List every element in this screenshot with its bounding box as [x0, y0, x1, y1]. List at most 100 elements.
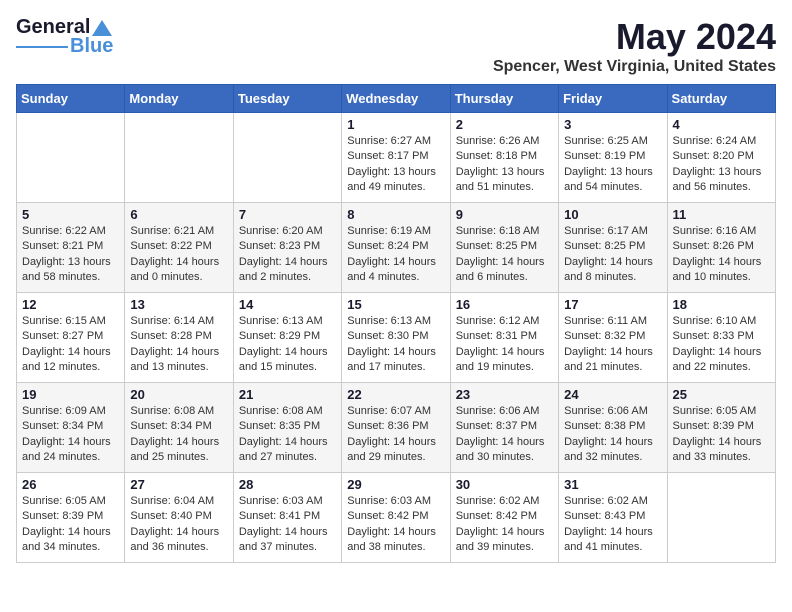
- day-info: Sunrise: 6:16 AM Sunset: 8:26 PM Dayligh…: [673, 224, 770, 286]
- day-number: 11: [673, 207, 770, 222]
- calendar-cell: 20Sunrise: 6:08 AM Sunset: 8:34 PM Dayli…: [125, 383, 233, 473]
- day-number: 4: [673, 117, 770, 132]
- calendar-cell: 30Sunrise: 6:02 AM Sunset: 8:42 PM Dayli…: [450, 473, 558, 563]
- day-number: 28: [239, 477, 336, 492]
- calendar-cell: 12 Sunrise: 6:15 AM Sunset: 8:27 PM Dayli…: [17, 293, 125, 383]
- calendar-cell: 4 Sunrise: 6:24 AM Sunset: 8:20 PM Daylig…: [667, 113, 775, 203]
- calendar-cell: 24 Sunrise: 6:06 AM Sunset: 8:38 PM Dayli…: [559, 383, 667, 473]
- day-number: 21: [239, 387, 336, 402]
- day-info: Sunrise: 6:09 AM Sunset: 8:34 PM Dayligh…: [22, 404, 119, 466]
- calendar-week-row: 12 Sunrise: 6:15 AM Sunset: 8:27 PM Dayli…: [17, 293, 776, 383]
- day-number: 10: [564, 207, 661, 222]
- logo-text-blue: Blue: [70, 35, 113, 58]
- day-info: Sunrise: 6:02 AM Sunset: 8:43 PM Dayligh…: [564, 494, 661, 556]
- day-info: Sunrise: 6:18 AM Sunset: 8:25 PM Dayligh…: [456, 224, 553, 286]
- location: Spencer, West Virginia, United States: [493, 58, 776, 76]
- day-info: Sunrise: 6:15 AM Sunset: 8:27 PM Dayligh…: [22, 314, 119, 376]
- day-info: Sunrise: 6:20 AM Sunset: 8:23 PM Dayligh…: [239, 224, 336, 286]
- day-header-monday: Monday: [125, 85, 233, 113]
- day-number: 20: [130, 387, 227, 402]
- calendar-cell: 21 Sunrise: 6:08 AM Sunset: 8:35 PM Dayli…: [233, 383, 341, 473]
- calendar-cell: 13 Sunrise: 6:14 AM Sunset: 8:28 PM Dayli…: [125, 293, 233, 383]
- day-number: 26: [22, 477, 119, 492]
- day-info: Sunrise: 6:21 AM Sunset: 8:22 PM Dayligh…: [130, 224, 227, 286]
- day-number: 13: [130, 297, 227, 312]
- calendar-header-row: SundayMondayTuesdayWednesdayThursdayFrid…: [17, 85, 776, 113]
- calendar-week-row: 1 Sunrise: 6:27 AM Sunset: 8:17 PM Daylig…: [17, 113, 776, 203]
- calendar-cell: 25 Sunrise: 6:05 AM Sunset: 8:39 PM Dayli…: [667, 383, 775, 473]
- month-title: May 2024: [493, 16, 776, 58]
- day-number: 29: [347, 477, 444, 492]
- day-number: 16: [456, 297, 553, 312]
- calendar-cell: 17 Sunrise: 6:11 AM Sunset: 8:32 PM Dayli…: [559, 293, 667, 383]
- day-number: 24: [564, 387, 661, 402]
- calendar-cell: 16Sunrise: 6:12 AM Sunset: 8:31 PM Dayli…: [450, 293, 558, 383]
- calendar-cell: [17, 113, 125, 203]
- day-header-tuesday: Tuesday: [233, 85, 341, 113]
- day-number: 12: [22, 297, 119, 312]
- day-info: Sunrise: 6:03 AM Sunset: 8:42 PM Dayligh…: [347, 494, 444, 556]
- calendar-cell: 2 Sunrise: 6:26 AM Sunset: 8:18 PM Daylig…: [450, 113, 558, 203]
- day-number: 23: [456, 387, 553, 402]
- calendar-cell: 9 Sunrise: 6:18 AM Sunset: 8:25 PM Daylig…: [450, 203, 558, 293]
- calendar-cell: 28 Sunrise: 6:03 AM Sunset: 8:41 PM Dayli…: [233, 473, 341, 563]
- day-header-saturday: Saturday: [667, 85, 775, 113]
- calendar-cell: [667, 473, 775, 563]
- day-info: Sunrise: 6:24 AM Sunset: 8:20 PM Dayligh…: [673, 134, 770, 196]
- day-info: Sunrise: 6:11 AM Sunset: 8:32 PM Dayligh…: [564, 314, 661, 376]
- calendar-cell: 8Sunrise: 6:19 AM Sunset: 8:24 PM Daylig…: [342, 203, 450, 293]
- calendar-week-row: 5 Sunrise: 6:22 AM Sunset: 8:21 PM Daylig…: [17, 203, 776, 293]
- day-number: 3: [564, 117, 661, 132]
- day-number: 6: [130, 207, 227, 222]
- day-info: Sunrise: 6:04 AM Sunset: 8:40 PM Dayligh…: [130, 494, 227, 556]
- day-number: 1: [347, 117, 444, 132]
- day-header-friday: Friday: [559, 85, 667, 113]
- day-number: 22: [347, 387, 444, 402]
- logo: General Blue: [16, 16, 113, 58]
- calendar-cell: 26 Sunrise: 6:05 AM Sunset: 8:39 PM Dayli…: [17, 473, 125, 563]
- day-info: Sunrise: 6:10 AM Sunset: 8:33 PM Dayligh…: [673, 314, 770, 376]
- day-number: 7: [239, 207, 336, 222]
- title-section: May 2024 Spencer, West Virginia, United …: [493, 16, 776, 76]
- calendar-cell: 23 Sunrise: 6:06 AM Sunset: 8:37 PM Dayli…: [450, 383, 558, 473]
- day-info: Sunrise: 6:08 AM Sunset: 8:35 PM Dayligh…: [239, 404, 336, 466]
- day-info: Sunrise: 6:14 AM Sunset: 8:28 PM Dayligh…: [130, 314, 227, 376]
- day-header-sunday: Sunday: [17, 85, 125, 113]
- day-info: Sunrise: 6:26 AM Sunset: 8:18 PM Dayligh…: [456, 134, 553, 196]
- day-number: 17: [564, 297, 661, 312]
- day-info: Sunrise: 6:22 AM Sunset: 8:21 PM Dayligh…: [22, 224, 119, 286]
- day-number: 2: [456, 117, 553, 132]
- day-number: 9: [456, 207, 553, 222]
- day-number: 30: [456, 477, 553, 492]
- calendar-cell: 18Sunrise: 6:10 AM Sunset: 8:33 PM Dayli…: [667, 293, 775, 383]
- day-header-thursday: Thursday: [450, 85, 558, 113]
- calendar-cell: 10 Sunrise: 6:17 AM Sunset: 8:25 PM Dayli…: [559, 203, 667, 293]
- day-info: Sunrise: 6:03 AM Sunset: 8:41 PM Dayligh…: [239, 494, 336, 556]
- day-info: Sunrise: 6:06 AM Sunset: 8:38 PM Dayligh…: [564, 404, 661, 466]
- day-number: 15: [347, 297, 444, 312]
- day-info: Sunrise: 6:25 AM Sunset: 8:19 PM Dayligh…: [564, 134, 661, 196]
- day-info: Sunrise: 6:06 AM Sunset: 8:37 PM Dayligh…: [456, 404, 553, 466]
- day-info: Sunrise: 6:27 AM Sunset: 8:17 PM Dayligh…: [347, 134, 444, 196]
- calendar-cell: 5 Sunrise: 6:22 AM Sunset: 8:21 PM Daylig…: [17, 203, 125, 293]
- day-number: 27: [130, 477, 227, 492]
- calendar-cell: 7 Sunrise: 6:20 AM Sunset: 8:23 PM Daylig…: [233, 203, 341, 293]
- day-number: 14: [239, 297, 336, 312]
- calendar-table: SundayMondayTuesdayWednesdayThursdayFrid…: [16, 84, 776, 563]
- day-info: Sunrise: 6:05 AM Sunset: 8:39 PM Dayligh…: [673, 404, 770, 466]
- day-number: 5: [22, 207, 119, 222]
- page-header: General Blue May 2024 Spencer, West Virg…: [16, 16, 776, 76]
- day-number: 25: [673, 387, 770, 402]
- calendar-cell: 14 Sunrise: 6:13 AM Sunset: 8:29 PM Dayli…: [233, 293, 341, 383]
- day-info: Sunrise: 6:05 AM Sunset: 8:39 PM Dayligh…: [22, 494, 119, 556]
- calendar-cell: [125, 113, 233, 203]
- calendar-cell: 31Sunrise: 6:02 AM Sunset: 8:43 PM Dayli…: [559, 473, 667, 563]
- day-info: Sunrise: 6:17 AM Sunset: 8:25 PM Dayligh…: [564, 224, 661, 286]
- calendar-week-row: 26 Sunrise: 6:05 AM Sunset: 8:39 PM Dayli…: [17, 473, 776, 563]
- day-info: Sunrise: 6:13 AM Sunset: 8:30 PM Dayligh…: [347, 314, 444, 376]
- calendar-cell: 11 Sunrise: 6:16 AM Sunset: 8:26 PM Dayli…: [667, 203, 775, 293]
- calendar-cell: 3 Sunrise: 6:25 AM Sunset: 8:19 PM Daylig…: [559, 113, 667, 203]
- calendar-cell: 15 Sunrise: 6:13 AM Sunset: 8:30 PM Dayli…: [342, 293, 450, 383]
- day-header-wednesday: Wednesday: [342, 85, 450, 113]
- day-info: Sunrise: 6:13 AM Sunset: 8:29 PM Dayligh…: [239, 314, 336, 376]
